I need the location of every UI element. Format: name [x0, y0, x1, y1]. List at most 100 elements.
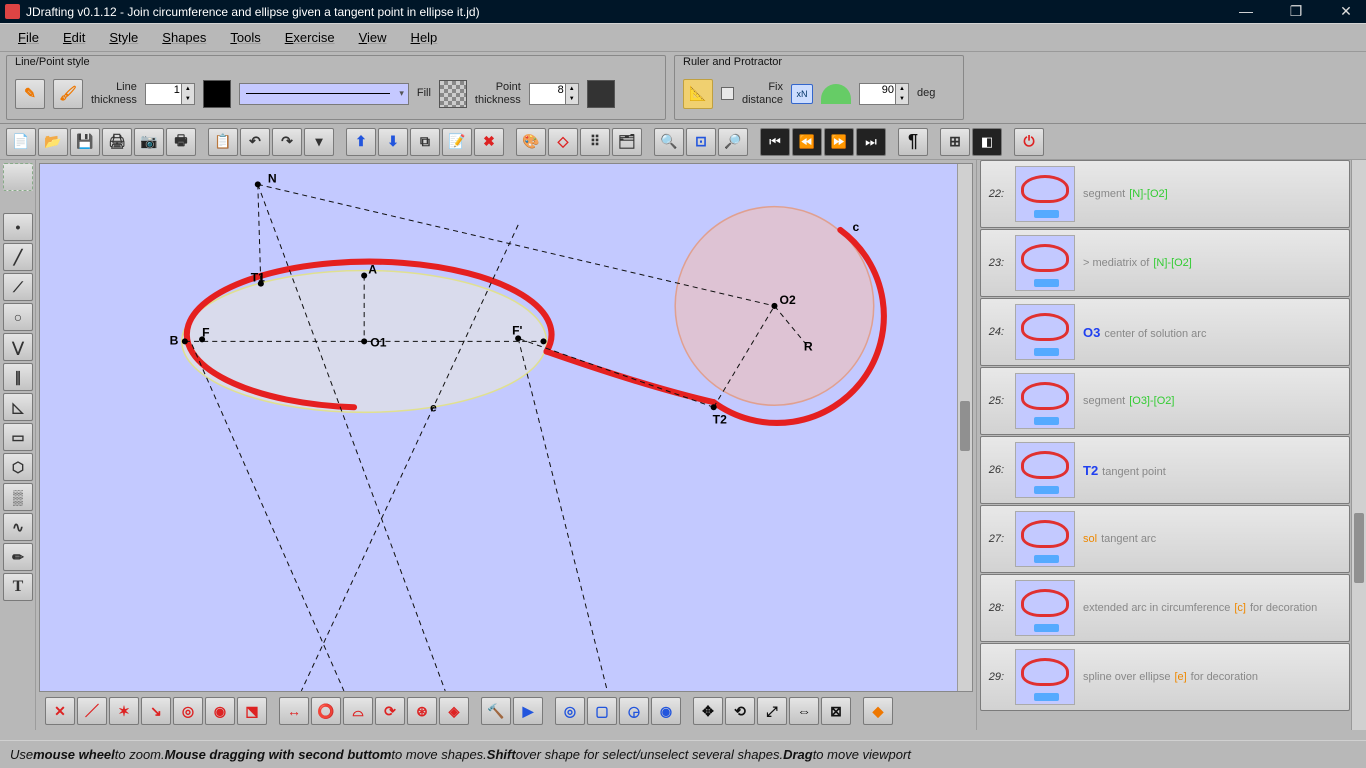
- select-rect-button[interactable]: [3, 163, 33, 191]
- undo-button[interactable]: ↶: [240, 128, 270, 156]
- pencil-tool-button[interactable]: ✏: [3, 543, 33, 571]
- spin-down-icon[interactable]: ▼: [181, 94, 194, 104]
- step-29[interactable]: 29: spline over ellipse [e] for decorati…: [980, 643, 1350, 711]
- tool-b6[interactable]: ◉: [205, 697, 235, 725]
- step-28[interactable]: 28: extended arc in circumference [c] fo…: [980, 574, 1350, 642]
- menu-view[interactable]: View: [349, 28, 397, 47]
- tool-b4[interactable]: ↘: [141, 697, 171, 725]
- diamond-button[interactable]: ◇: [548, 128, 578, 156]
- paste-button[interactable]: 📋: [208, 128, 238, 156]
- dropdown-button[interactable]: ▾: [304, 128, 334, 156]
- steps-scrollbar[interactable]: [1351, 160, 1366, 730]
- redo-button[interactable]: ↷: [272, 128, 302, 156]
- step-22[interactable]: 22: segment [N]-[O2]: [980, 160, 1350, 228]
- canvas-scrollbar[interactable]: [957, 164, 972, 691]
- contrast-button[interactable]: ◧: [972, 128, 1002, 156]
- menu-style[interactable]: Style: [99, 28, 148, 47]
- line-tool-button[interactable]: ╱: [3, 243, 33, 271]
- polygon-tool-button[interactable]: ⬡: [3, 453, 33, 481]
- print-button[interactable]: 🖶: [166, 128, 196, 156]
- move-up-button[interactable]: ⬆: [346, 128, 376, 156]
- paragraph-button[interactable]: ¶: [898, 128, 928, 156]
- arc-tool-button[interactable]: ⟋: [3, 273, 33, 301]
- step-25[interactable]: 25: segment [O3]-[O2]: [980, 367, 1350, 435]
- save-as-button[interactable]: 🖨: [102, 128, 132, 156]
- spin-up-icon[interactable]: ▲: [565, 84, 578, 94]
- fix-distance-checkbox[interactable]: [721, 87, 734, 100]
- tool-b16[interactable]: ◎: [555, 697, 585, 725]
- menu-file[interactable]: File: [8, 28, 49, 47]
- brush-button[interactable]: 🖌: [53, 79, 83, 109]
- tool-b12[interactable]: ⊛: [407, 697, 437, 725]
- move-down-button[interactable]: ⬇: [378, 128, 408, 156]
- hatch-tool-button[interactable]: ▒: [3, 483, 33, 511]
- tool-b5[interactable]: ◎: [173, 697, 203, 725]
- menu-edit[interactable]: Edit: [53, 28, 95, 47]
- line-style-dropdown[interactable]: ▾: [239, 83, 409, 105]
- tool-b11[interactable]: ⟳: [375, 697, 405, 725]
- zoom-out-button[interactable]: 🔎: [718, 128, 748, 156]
- tool-b14[interactable]: 🔨: [481, 697, 511, 725]
- zoom-fit-button[interactable]: ⊡: [686, 128, 716, 156]
- maximize-button[interactable]: ❐: [1281, 3, 1311, 20]
- tool-b13[interactable]: ◈: [439, 697, 469, 725]
- menu-help[interactable]: Help: [401, 28, 448, 47]
- new-button[interactable]: 📄: [6, 128, 36, 156]
- step-26[interactable]: 26: T2 tangent point: [980, 436, 1350, 504]
- spin-down-icon[interactable]: ▼: [565, 94, 578, 104]
- tool-b17[interactable]: ▢: [587, 697, 617, 725]
- canvas[interactable]: N T1 A B F F' O1 O2 c R T2 e: [39, 163, 973, 692]
- tool-b15[interactable]: ▶: [513, 697, 543, 725]
- menu-exercise[interactable]: Exercise: [275, 28, 345, 47]
- close-button[interactable]: ✕: [1331, 3, 1361, 20]
- tool-b18[interactable]: ◶: [619, 697, 649, 725]
- step-24[interactable]: 24: O3 center of solution arc: [980, 298, 1350, 366]
- properties-button[interactable]: 📝: [442, 128, 472, 156]
- step-23[interactable]: 23: > mediatrix of [N]-[O2]: [980, 229, 1350, 297]
- point-thickness-input[interactable]: 8▲▼: [529, 83, 579, 105]
- grid-button[interactable]: ⊞: [940, 128, 970, 156]
- fill-pattern-picker[interactable]: [439, 80, 467, 108]
- point-color-picker[interactable]: [587, 80, 615, 108]
- eyedropper-button[interactable]: ✎: [15, 79, 45, 109]
- tool-b19[interactable]: ◉: [651, 697, 681, 725]
- step-27[interactable]: 27: sol tangent arc: [980, 505, 1350, 573]
- layers-button[interactable]: 🗂: [612, 128, 642, 156]
- tool-b20[interactable]: ✥: [693, 697, 723, 725]
- line-thickness-input[interactable]: 1▲▼: [145, 83, 195, 105]
- tool-b8[interactable]: ↔: [279, 697, 309, 725]
- prev-step-button[interactable]: ⏪: [792, 128, 822, 156]
- tool-b25[interactable]: ◆: [863, 697, 893, 725]
- angle-input[interactable]: 90▲▼: [859, 83, 909, 105]
- tool-b3[interactable]: ✶: [109, 697, 139, 725]
- line-color-picker[interactable]: [203, 80, 231, 108]
- save-button[interactable]: 💾: [70, 128, 100, 156]
- first-step-button[interactable]: ⏮: [760, 128, 790, 156]
- tool-b2[interactable]: ／: [77, 697, 107, 725]
- export-button[interactable]: 📷: [134, 128, 164, 156]
- last-step-button[interactable]: ⏭: [856, 128, 886, 156]
- open-button[interactable]: 📂: [38, 128, 68, 156]
- tool-b21[interactable]: ⟲: [725, 697, 755, 725]
- spin-up-icon[interactable]: ▲: [895, 84, 908, 94]
- zoom-in-button[interactable]: 🔍: [654, 128, 684, 156]
- spin-down-icon[interactable]: ▼: [895, 94, 908, 104]
- next-step-button[interactable]: ⏩: [824, 128, 854, 156]
- tool-b9[interactable]: ⭕: [311, 697, 341, 725]
- tool-b1[interactable]: ✕: [45, 697, 75, 725]
- triangle-tool-button[interactable]: ◺: [3, 393, 33, 421]
- xn-button[interactable]: xN: [791, 84, 813, 104]
- circle-tool-button[interactable]: ○: [3, 303, 33, 331]
- parallel-tool-button[interactable]: ∥: [3, 363, 33, 391]
- tool-b10[interactable]: ⌓: [343, 697, 373, 725]
- color-button[interactable]: 🎨: [516, 128, 546, 156]
- tool-b22[interactable]: ⤢: [757, 697, 787, 725]
- tool-b7[interactable]: ⬔: [237, 697, 267, 725]
- step-list[interactable]: 22: segment [N]-[O2] 23: > mediatrix of …: [977, 160, 1366, 730]
- ruler-button[interactable]: 📐: [683, 79, 713, 109]
- minimize-button[interactable]: —: [1231, 3, 1261, 20]
- menu-shapes[interactable]: Shapes: [152, 28, 216, 47]
- menu-tools[interactable]: Tools: [220, 28, 270, 47]
- tool-b23[interactable]: ⇔: [789, 697, 819, 725]
- spin-up-icon[interactable]: ▲: [181, 84, 194, 94]
